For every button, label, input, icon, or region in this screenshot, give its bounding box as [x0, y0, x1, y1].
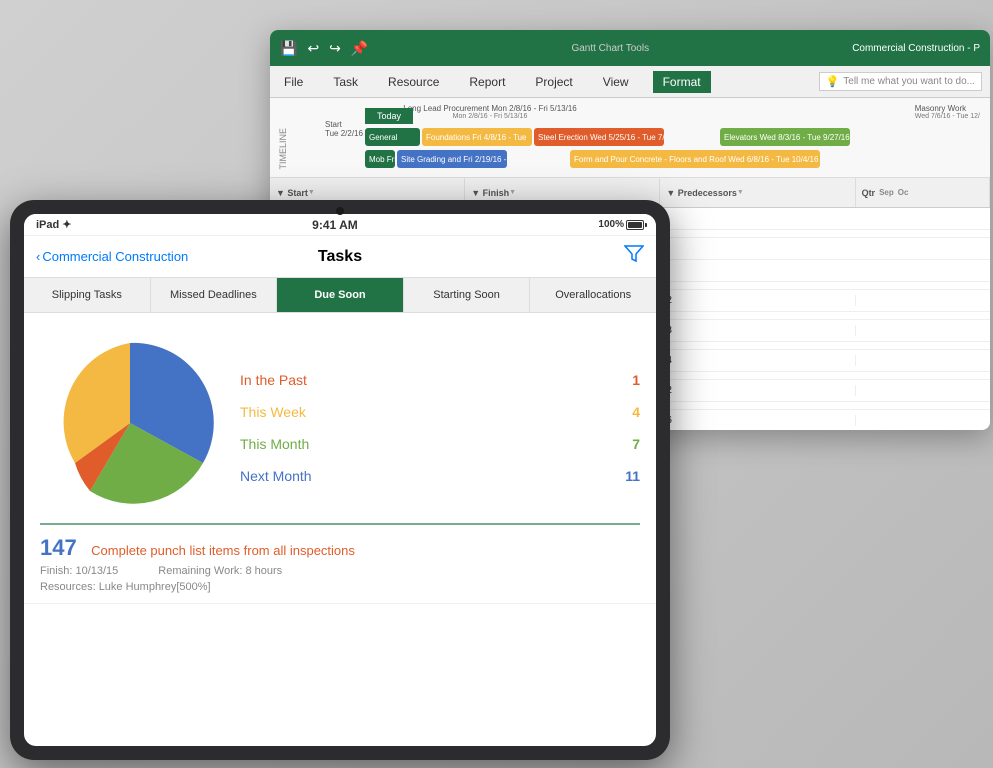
pin-icon: 📌: [351, 40, 368, 57]
ribbon-view[interactable]: View: [597, 71, 635, 93]
legend-this-week-label: This Week: [240, 404, 306, 420]
tab-due-soon[interactable]: Due Soon: [277, 278, 404, 312]
col-predecessors[interactable]: ▼ Predecessors: [660, 178, 855, 207]
ribbon-project[interactable]: Project: [529, 71, 578, 93]
chart-area: In the Past 1 This Week 4 This Month 7 N…: [24, 313, 656, 523]
project-name-label: Commercial Construction - P: [852, 43, 980, 54]
task-resource-label: Resources: Luke Humphrey[500%]: [40, 581, 211, 593]
tab-slipping-tasks[interactable]: Slipping Tasks: [24, 278, 151, 312]
pie-chart: [40, 333, 220, 513]
pie-chart-svg: [40, 333, 220, 513]
today-marker: Today: [365, 108, 413, 124]
legend-this-month: This Month 7: [240, 436, 640, 452]
save-icon: 💾: [280, 40, 297, 57]
col-oct: Oc: [898, 188, 909, 197]
start-label: Start Tue 2/2/16: [325, 120, 363, 138]
task-finish: Finish: 10/13/15: [40, 565, 118, 577]
ribbon-search[interactable]: 💡 Tell me what you want to do...: [819, 72, 982, 91]
ipad-battery: 100%: [598, 219, 644, 230]
chevron-left-icon: ‹: [36, 249, 40, 264]
timeline-bar-foundations: Foundations Fri 4/8/16 - Tue: [422, 128, 532, 146]
ribbon-file[interactable]: File: [278, 71, 309, 93]
gantt-timeline: TIMELINE Long Lead Procurement Mon 2/8/1…: [270, 98, 990, 178]
timeline-bar-general: General: [365, 128, 420, 146]
ribbon-format[interactable]: Format: [653, 71, 711, 93]
timeline-bar-site: Site Grading and Fri 2/19/16 - Thu 4/7/1…: [397, 150, 507, 168]
ribbon-report[interactable]: Report: [463, 71, 511, 93]
task-item[interactable]: 147 Complete punch list items from all i…: [24, 525, 656, 604]
legend-next-month-label: Next Month: [240, 468, 312, 484]
gantt-titlebar: 💾 ↩ ↪ 📌 Gantt Chart Tools Commercial Con…: [270, 30, 990, 66]
tab-overallocations[interactable]: Overallocations: [530, 278, 656, 312]
legend-this-month-label: This Month: [240, 436, 309, 452]
ipad-screen: iPad ✦ 9:41 AM 100% ‹ Commercial Constru…: [24, 214, 656, 746]
ipad-status-bar: iPad ✦ 9:41 AM 100%: [24, 214, 656, 236]
ipad-carrier: iPad ✦: [36, 218, 72, 231]
legend-in-past-count: 1: [632, 372, 640, 388]
ipad-nav-bar: ‹ Commercial Construction Tasks: [24, 236, 656, 278]
legend-in-past: In the Past 1: [240, 372, 640, 388]
legend-this-week: This Week 4: [240, 404, 640, 420]
legend-this-month-count: 7: [632, 436, 640, 452]
back-label: Commercial Construction: [42, 249, 188, 264]
ipad-time: 9:41 AM: [72, 218, 599, 232]
ipad-camera: [336, 207, 344, 215]
task-title: Complete punch list items from all inspe…: [91, 543, 355, 558]
back-button[interactable]: ‹ Commercial Construction: [36, 249, 188, 264]
tab-missed-deadlines[interactable]: Missed Deadlines: [151, 278, 278, 312]
col-qtr: Qtr Sep Oc: [856, 178, 990, 207]
gantt-ribbon: File Task Resource Report Project View F…: [270, 66, 990, 98]
section-divider: [40, 523, 640, 525]
task-resources: Resources: Luke Humphrey[500%]: [40, 581, 640, 593]
task-meta: Finish: 10/13/15 Remaining Work: 8 hours: [40, 565, 640, 577]
task-tabs: Slipping Tasks Missed Deadlines Due Soon…: [24, 278, 656, 313]
filter-button[interactable]: [624, 245, 644, 268]
task-remaining-work: Remaining Work: 8 hours: [158, 565, 282, 577]
col-sep: Sep: [879, 188, 894, 197]
timeline-bar-concrete: Form and Pour Concrete - Floors and Roof…: [570, 150, 820, 168]
undo-icon: ↩: [307, 40, 319, 57]
task-number: 147: [40, 535, 77, 561]
timeline-bar-elevators: Elevators Wed 8/3/16 - Tue 9/27/16: [720, 128, 850, 146]
timeline-bar-steel: Steel Erection Wed 5/25/16 - Tue 7/26/16: [534, 128, 664, 146]
legend-this-week-count: 4: [632, 404, 640, 420]
filter-icon: [624, 245, 644, 263]
ribbon-task[interactable]: Task: [327, 71, 364, 93]
pie-legend: In the Past 1 This Week 4 This Month 7 N…: [240, 333, 640, 513]
masonry-label: Masonry Work Wed 7/6/16 - Tue 12/: [915, 104, 980, 120]
nav-title: Tasks: [318, 248, 362, 266]
gantt-tools-label: Gantt Chart Tools: [376, 43, 844, 54]
legend-in-past-label: In the Past: [240, 372, 307, 388]
ribbon-resource[interactable]: Resource: [382, 71, 445, 93]
legend-next-month: Next Month 11: [240, 468, 640, 484]
legend-next-month-count: 11: [625, 468, 640, 484]
timeline-label: TIMELINE: [278, 128, 288, 170]
redo-icon: ↪: [329, 40, 341, 57]
procurement-label: Long Lead Procurement Mon 2/8/16 - Fri 5…: [390, 104, 590, 120]
battery-icon: [626, 220, 644, 230]
lightbulb-icon: 💡: [826, 75, 840, 88]
ipad-device: iPad ✦ 9:41 AM 100% ‹ Commercial Constru…: [10, 200, 670, 760]
tab-starting-soon[interactable]: Starting Soon: [404, 278, 531, 312]
timeline-bar-mob: Mob Fri: [365, 150, 395, 168]
